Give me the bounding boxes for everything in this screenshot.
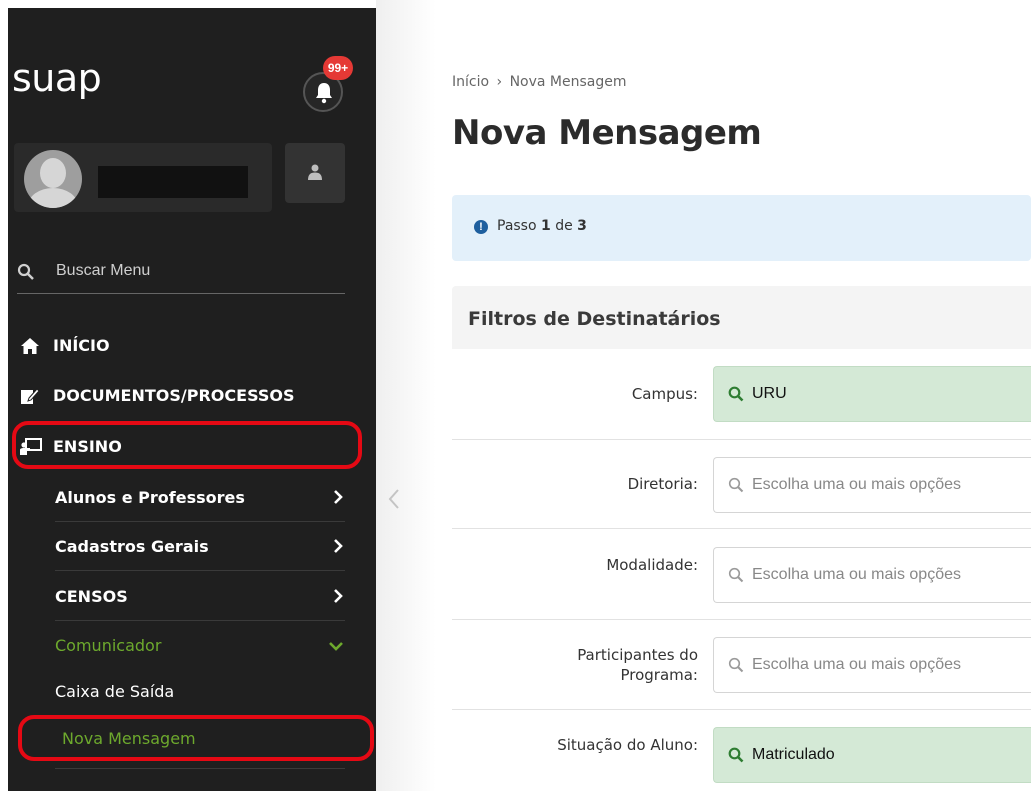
highlight-ensino-annotation (12, 421, 362, 469)
participantes-select[interactable]: Escolha uma ou mais opções (713, 637, 1031, 693)
sidebar-item-censos[interactable]: CENSOS (55, 573, 345, 621)
chevron-right-icon (334, 490, 343, 504)
situacao-value: Matriculado (752, 746, 835, 763)
search-icon (728, 657, 744, 673)
diretoria-label: Diretoria: (627, 475, 698, 493)
diretoria-select[interactable]: Escolha uma ou mais opções (713, 457, 1031, 513)
situacao-select[interactable]: Matriculado (713, 727, 1031, 783)
menu-search-placeholder: Buscar Menu (56, 262, 151, 279)
app-logo[interactable]: suap (12, 56, 102, 100)
campus-value: URU (752, 385, 787, 402)
diretoria-placeholder: Escolha uma ou mais opções (752, 476, 961, 493)
step-info-box: ! Passo 1 de 3 (452, 195, 1031, 261)
breadcrumb: Início › Nova Mensagem (452, 74, 627, 90)
highlight-nova-mensagem-annotation (18, 715, 374, 761)
sidebar-item-alunos-professores[interactable]: Alunos e Professores (55, 474, 345, 522)
filters-panel-title: Filtros de Destinatários (468, 308, 721, 330)
row-divider (452, 709, 1031, 710)
menu-search[interactable]: Buscar Menu (17, 257, 345, 294)
collapse-sidebar-icon[interactable] (388, 488, 400, 510)
campus-label: Campus: (631, 385, 698, 403)
info-icon: ! (474, 220, 488, 234)
sidebar-item-label: Comunicador (55, 636, 162, 655)
sidebar-divider (55, 768, 345, 769)
nav-item-inicio-label: INÍCIO (53, 336, 110, 355)
row-divider (452, 439, 1031, 440)
participantes-label: Participantes do Programa: (577, 645, 698, 685)
search-icon (17, 263, 34, 280)
search-icon (728, 747, 744, 763)
nav-item-documentos-label: DOCUMENTOS/PROCESSOS (53, 386, 295, 405)
step-text: Passo 1 de 3 (497, 218, 587, 234)
chevron-right-icon (334, 539, 343, 553)
step-total: 3 (577, 218, 587, 234)
modalidade-select[interactable]: Escolha uma ou mais opções (713, 547, 1031, 603)
notification-badge: 99+ (323, 56, 353, 80)
document-edit-icon (21, 388, 40, 404)
breadcrumb-separator: › (496, 74, 503, 90)
search-icon (728, 386, 744, 402)
step-current: 1 (541, 218, 551, 234)
sidebar-item-label: CENSOS (55, 587, 128, 606)
sidebar-item-caixa-saida[interactable]: Caixa de Saída (55, 682, 174, 701)
search-icon (728, 477, 744, 493)
breadcrumb-current: Nova Mensagem (509, 74, 627, 90)
row-divider (452, 528, 1031, 529)
modalidade-placeholder: Escolha uma ou mais opções (752, 566, 961, 583)
participantes-label-line1: Participantes do (577, 646, 698, 664)
sidebar-item-cadastros-gerais[interactable]: Cadastros Gerais (55, 523, 345, 571)
user-menu-button[interactable] (285, 143, 345, 203)
chevron-down-icon (329, 642, 343, 651)
user-icon (308, 164, 322, 180)
row-divider (452, 619, 1031, 620)
user-name-redacted (98, 166, 248, 198)
left-margin (0, 0, 8, 791)
modalidade-label: Modalidade: (606, 556, 698, 574)
content-edge-shadow (376, 0, 436, 791)
page-title: Nova Mensagem (452, 113, 762, 153)
participantes-placeholder: Escolha uma ou mais opções (752, 656, 961, 673)
avatar[interactable] (24, 150, 82, 208)
situacao-label: Situação do Aluno: (557, 736, 698, 754)
sidebar-item-comunicador[interactable]: Comunicador (55, 622, 345, 670)
bell-icon (316, 83, 332, 104)
participantes-label-line2: Programa: (620, 666, 698, 684)
sidebar-item-label: Alunos e Professores (55, 488, 245, 507)
step-prefix: Passo (497, 218, 537, 234)
sidebar-item-label: Cadastros Gerais (55, 537, 209, 556)
step-middle: de (555, 218, 573, 234)
search-icon (728, 567, 744, 583)
home-icon (21, 338, 39, 354)
chevron-right-icon (334, 589, 343, 603)
breadcrumb-home[interactable]: Início (452, 74, 489, 90)
campus-select[interactable]: URU (713, 366, 1031, 422)
